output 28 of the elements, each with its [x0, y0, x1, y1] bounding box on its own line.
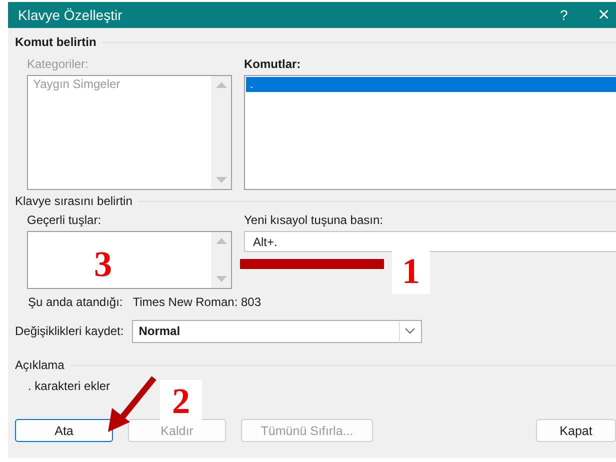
dialog-button[interactable]: Kapat — [536, 419, 616, 442]
group-title: Komut belirtin — [15, 35, 96, 49]
scrollbar[interactable] — [211, 232, 231, 288]
annotation-number: 1 — [392, 248, 430, 294]
current-keys-list[interactable] — [27, 231, 232, 289]
close-button[interactable]: × — [598, 4, 616, 26]
assigned-value: Times New Roman: 803 — [132, 295, 262, 311]
group-title: Klavye sırasını belirtin — [15, 194, 132, 208]
new-shortcut-label: Yeni kısayol tuşuna basın: — [244, 213, 384, 228]
save-changes-label: Değişiklikleri kaydet: — [15, 324, 124, 338]
help-button[interactable]: ? — [560, 7, 580, 23]
list-item[interactable]: . — [246, 77, 616, 92]
scroll-down-icon[interactable] — [216, 276, 226, 282]
commands-list[interactable]: . — [244, 75, 616, 190]
scroll-up-icon[interactable] — [216, 238, 226, 244]
categories-label: Kategoriler: — [27, 57, 90, 72]
annotation-number: 2 — [160, 380, 202, 422]
chevron-down-icon — [404, 328, 415, 334]
group-title: Açıklama — [15, 358, 64, 372]
shortcut-field[interactable]: Alt+. — [244, 231, 616, 252]
template-dropdown[interactable]: Normal — [132, 320, 422, 342]
dialog-button[interactable]: Ata — [15, 419, 113, 442]
current-keys-label: Geçerli tuşlar: — [27, 213, 102, 228]
description-text: . karakteri ekler — [27, 379, 110, 395]
commands-label: Komutlar: — [244, 57, 302, 72]
window-title: Klavye Özelleştir — [18, 7, 124, 23]
assigned-label: Şu anda atandığı: — [28, 295, 123, 311]
annotation-number: 3 — [93, 246, 113, 282]
